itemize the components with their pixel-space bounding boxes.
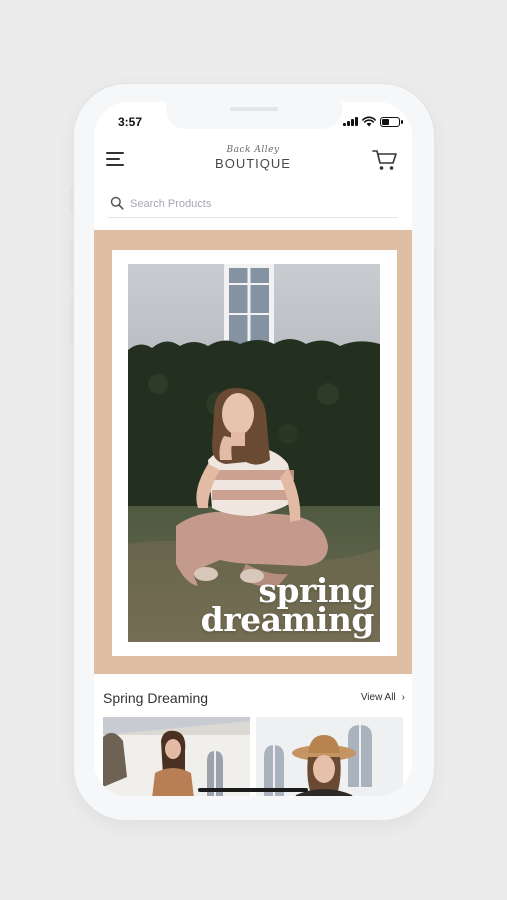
wifi-icon <box>362 116 376 127</box>
logo-script-text: Back Alley <box>226 145 280 155</box>
status-time: 3:57 <box>118 115 143 129</box>
cart-icon[interactable] <box>372 148 398 172</box>
search-bar <box>108 192 398 218</box>
product-photo <box>256 717 403 796</box>
signal-icon <box>343 117 358 126</box>
app-header: Back Alley BOUTIQUE <box>94 142 412 182</box>
app-screen: 3:57 Back Alley BOUTIQUE Search Products… <box>94 102 412 796</box>
phone-side-button <box>70 188 73 212</box>
phone-volume-up <box>70 240 73 286</box>
view-all-label: View All <box>360 692 396 703</box>
status-icons <box>343 116 403 127</box>
menu-icon[interactable] <box>106 151 126 167</box>
search-icon <box>110 196 124 210</box>
logo-main-text: BOUTIQUE <box>215 156 291 171</box>
speaker <box>230 107 278 111</box>
home-indicator <box>198 788 308 792</box>
battery-icon <box>380 116 403 127</box>
chevron-right-icon: › <box>401 692 405 703</box>
collection-header: Spring Dreaming View All › <box>94 686 412 710</box>
hero-photo[interactable]: spring dreaming <box>128 264 380 642</box>
product-card[interactable] <box>103 717 250 796</box>
battery-level <box>382 118 390 125</box>
notch <box>166 102 342 129</box>
search-input[interactable] <box>130 194 390 214</box>
hero-banner[interactable]: spring dreaming <box>94 230 412 674</box>
collection-title: Spring Dreaming <box>103 690 209 706</box>
brand-logo[interactable]: Back Alley BOUTIQUE <box>203 144 303 171</box>
hero-title: spring dreaming <box>200 574 375 639</box>
hero-title-line2: dreaming <box>200 600 375 639</box>
view-all-link[interactable]: View All › <box>361 692 405 703</box>
product-photo <box>103 717 250 796</box>
phone-power-button <box>434 248 437 318</box>
hero-frame: spring dreaming <box>112 250 397 656</box>
phone-volume-down <box>70 298 73 344</box>
product-card[interactable] <box>256 717 403 796</box>
